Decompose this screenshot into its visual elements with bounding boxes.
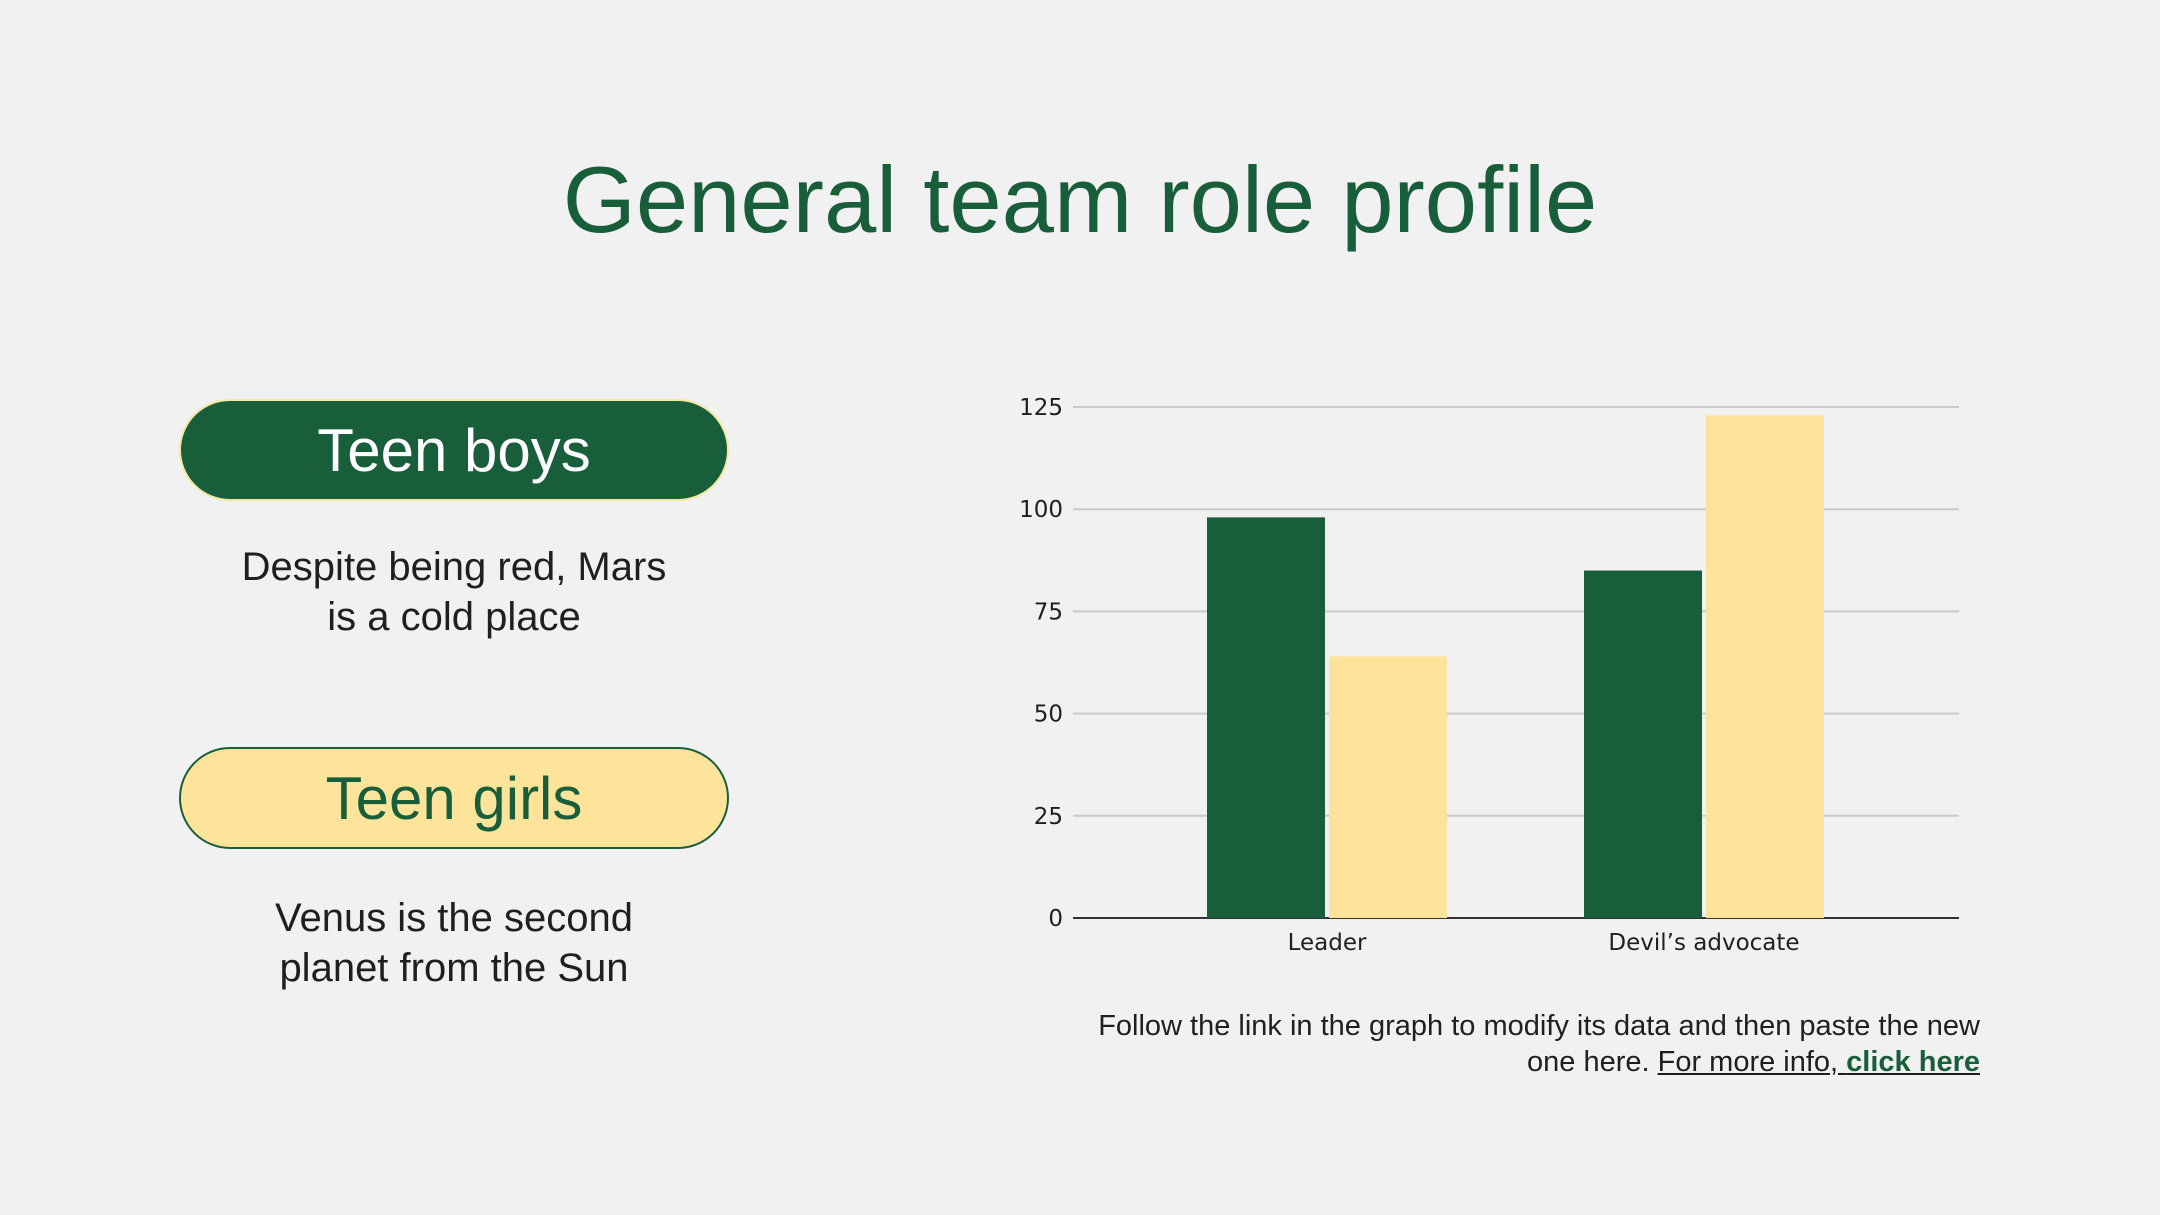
bar-0-series-1 xyxy=(1329,656,1447,918)
bar-0-series-0 xyxy=(1207,517,1325,918)
chart-caption: Follow the link in the graph to modify i… xyxy=(1040,1008,1980,1080)
bar-1-series-1 xyxy=(1706,415,1824,918)
y-tick-label-25: 25 xyxy=(1034,804,1063,830)
x-tick-label-1: Devil’s advocate xyxy=(1608,930,1799,956)
caption-line1: Follow the link in the graph to modify i… xyxy=(1098,1010,1980,1042)
more-info-link-text: For more info, xyxy=(1657,1046,1847,1078)
y-tick-label-0: 0 xyxy=(1048,906,1063,932)
bar-1-series-0 xyxy=(1584,570,1702,918)
y-tick-label-75: 75 xyxy=(1034,599,1063,625)
y-tick-label-100: 100 xyxy=(1019,497,1063,523)
y-tick-label-125: 125 xyxy=(1019,395,1063,421)
y-tick-label-50: 50 xyxy=(1034,702,1063,728)
x-tick-label-0: Leader xyxy=(1288,930,1367,956)
caption-line2-prefix: one here. xyxy=(1527,1046,1658,1078)
more-info-link[interactable]: For more info, click here xyxy=(1658,1046,1980,1078)
click-here-link[interactable]: click here xyxy=(1846,1046,1980,1078)
